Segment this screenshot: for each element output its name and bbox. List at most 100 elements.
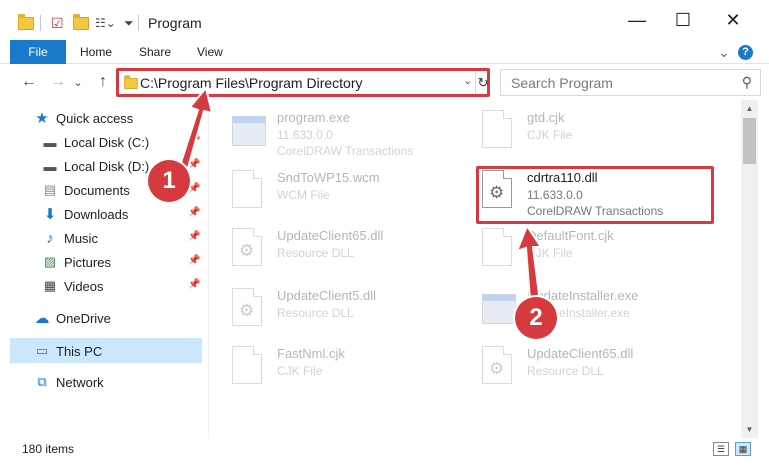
large-icons-view-icon[interactable]: ▦ xyxy=(735,442,751,456)
dll-icon: ⚙ xyxy=(232,228,266,272)
close-button[interactable]: ✕ xyxy=(710,0,756,40)
pin-icon[interactable]: 📌 xyxy=(188,231,200,242)
network-icon: ⧉ xyxy=(37,374,47,389)
recent-locations-button[interactable]: ⌄ xyxy=(71,71,85,93)
sidebar-item-network[interactable]: ⧉ Network xyxy=(34,370,104,394)
sidebar-item-local-disk-d[interactable]: ▬ Local Disk (D:) xyxy=(42,154,150,178)
file-description: CorelDRAW Transactions xyxy=(277,144,414,158)
file-detail: CJK File xyxy=(277,364,323,378)
tab-view[interactable]: View xyxy=(197,40,223,64)
sidebar-item-onedrive[interactable]: ☁ OneDrive xyxy=(34,306,111,330)
sidebar-item-videos[interactable]: ▦ Videos xyxy=(42,274,104,298)
sidebar-item-quick-access[interactable]: ★ Quick access xyxy=(34,106,133,130)
item-count: 180 items xyxy=(22,442,75,456)
file-item[interactable]: gtd.cjk CJK File xyxy=(460,104,710,162)
pin-icon[interactable]: 📌 xyxy=(188,159,200,170)
sidebar-item-label: Videos xyxy=(64,278,104,294)
search-icon: ⚲ xyxy=(741,74,752,90)
expand-ribbon-icon[interactable]: ⌄ xyxy=(718,40,730,64)
sidebar-item-local-disk-c[interactable]: ▬ Local Disk (C:) xyxy=(42,130,150,154)
star-icon: ★ xyxy=(35,110,49,127)
pin-icon[interactable]: 📌 xyxy=(188,183,200,194)
dll-icon: ⚙ xyxy=(232,288,266,332)
file-item[interactable]: program.exe 11.633.0.0 CorelDRAW Transac… xyxy=(210,104,460,162)
quick-access-dropdown-icon[interactable]: ⏷ xyxy=(124,13,134,33)
downloads-icon: ⬇ xyxy=(43,206,57,223)
divider xyxy=(40,13,41,33)
maximize-button[interactable]: ☐ xyxy=(660,0,706,40)
music-icon: ♪ xyxy=(46,229,54,247)
exe-icon xyxy=(482,288,516,332)
pin-icon[interactable]: 📌 xyxy=(188,135,200,146)
sidebar-item-music[interactable]: ♪ Music xyxy=(42,226,98,250)
dll-icon: ⚙ xyxy=(482,346,516,390)
sidebar-item-pictures[interactable]: ▨ Pictures xyxy=(42,250,111,274)
videos-icon: ▦ xyxy=(43,278,57,293)
status-bar: 180 items ☰ ▦ xyxy=(0,438,769,460)
scroll-up-icon[interactable]: ▲ xyxy=(741,100,758,117)
search-input[interactable]: Search Program xyxy=(511,75,613,91)
minimize-button[interactable]: — xyxy=(614,0,660,40)
details-view-icon[interactable]: ☰ xyxy=(713,442,729,456)
back-button[interactable]: ← xyxy=(18,71,40,93)
file-name: UpdateClient65.dll xyxy=(527,346,634,361)
scrollbar-thumb[interactable] xyxy=(743,118,756,164)
scroll-down-icon[interactable]: ▼ xyxy=(741,421,758,438)
sidebar-item-label: Downloads xyxy=(64,206,129,222)
file-name: SndToWP15.wcm xyxy=(277,170,380,185)
search-box[interactable]: Search Program ⚲ xyxy=(500,69,761,96)
sidebar-item-label: Network xyxy=(56,374,104,390)
sidebar-item-label: OneDrive xyxy=(56,310,111,326)
pin-icon[interactable]: 📌 xyxy=(188,279,200,290)
file-detail: CJK File xyxy=(527,128,573,142)
file-detail: Resource DLL xyxy=(277,306,354,320)
file-name: gtd.cjk xyxy=(527,110,565,125)
file-detail: CJK File xyxy=(527,246,573,260)
sidebar-item-label: Local Disk (C:) xyxy=(64,134,150,150)
pane-divider xyxy=(208,100,209,438)
sidebar-item-documents[interactable]: ▤ Documents xyxy=(42,178,130,202)
file-name: FastNml.cjk xyxy=(277,346,345,361)
file-item[interactable]: SndToWP15.wcm WCM File xyxy=(210,164,460,222)
step-badge-1: 1 xyxy=(148,160,190,202)
file-name: program.exe xyxy=(277,110,350,125)
help-icon[interactable]: ? xyxy=(738,40,753,64)
step-badge-2: 2 xyxy=(515,297,557,339)
sidebar-item-label: Pictures xyxy=(64,254,111,270)
file-name: UpdateClient5.dll xyxy=(277,288,377,303)
file-detail: WCM File xyxy=(277,188,330,202)
pictures-icon: ▨ xyxy=(43,254,57,269)
window-title: Program xyxy=(148,15,202,31)
drive-icon: ▬ xyxy=(43,134,57,150)
file-list: program.exe 11.633.0.0 CorelDRAW Transac… xyxy=(210,100,740,438)
document-icon xyxy=(232,346,266,390)
tab-share[interactable]: Share xyxy=(139,40,171,64)
file-item[interactable]: ⚙ UpdateClient5.dll Resource DLL xyxy=(210,282,460,340)
navigation-pane: ★ Quick access ▬ Local Disk (C:) 📌 ▬ Loc… xyxy=(0,102,208,438)
tab-home[interactable]: Home xyxy=(80,40,112,64)
documents-icon: ▤ xyxy=(43,182,57,197)
sidebar-item-label: Documents xyxy=(64,182,130,198)
properties-icon[interactable]: ☑ xyxy=(51,13,64,33)
sidebar-item-this-pc[interactable]: ▭ This PC xyxy=(34,339,102,363)
pin-icon[interactable]: 📌 xyxy=(188,255,200,266)
customize-toolbar-icon[interactable]: ☷⌄ xyxy=(95,13,116,33)
file-item[interactable]: UpdateInstaller.exe UpdateInstaller.exe xyxy=(460,282,710,340)
tab-file[interactable]: File xyxy=(10,40,66,64)
ribbon-tabs: File Home Share View ⌄ ? xyxy=(0,40,769,64)
sidebar-item-label: Local Disk (D:) xyxy=(64,158,150,174)
file-item[interactable]: ⚙ UpdateClient65.dll Resource DLL xyxy=(460,340,710,398)
document-icon xyxy=(482,110,516,154)
vertical-scrollbar[interactable]: ▲ ▼ xyxy=(741,100,758,438)
file-item[interactable]: ⚙ UpdateClient65.dll Resource DLL xyxy=(210,222,460,280)
forward-button[interactable]: → xyxy=(47,71,69,93)
new-folder-icon[interactable] xyxy=(73,13,89,33)
sidebar-item-downloads[interactable]: ⬇ Downloads xyxy=(42,202,129,226)
up-button[interactable]: ↑ xyxy=(92,71,114,93)
file-name: DefaultFont.cjk xyxy=(527,228,614,243)
pin-icon[interactable]: 📌 xyxy=(188,207,200,218)
file-item[interactable]: DefaultFont.cjk CJK File xyxy=(460,222,710,280)
address-highlight-box xyxy=(116,68,490,97)
file-item[interactable]: FastNml.cjk CJK File xyxy=(210,340,460,398)
sidebar-item-label: This PC xyxy=(56,343,103,359)
